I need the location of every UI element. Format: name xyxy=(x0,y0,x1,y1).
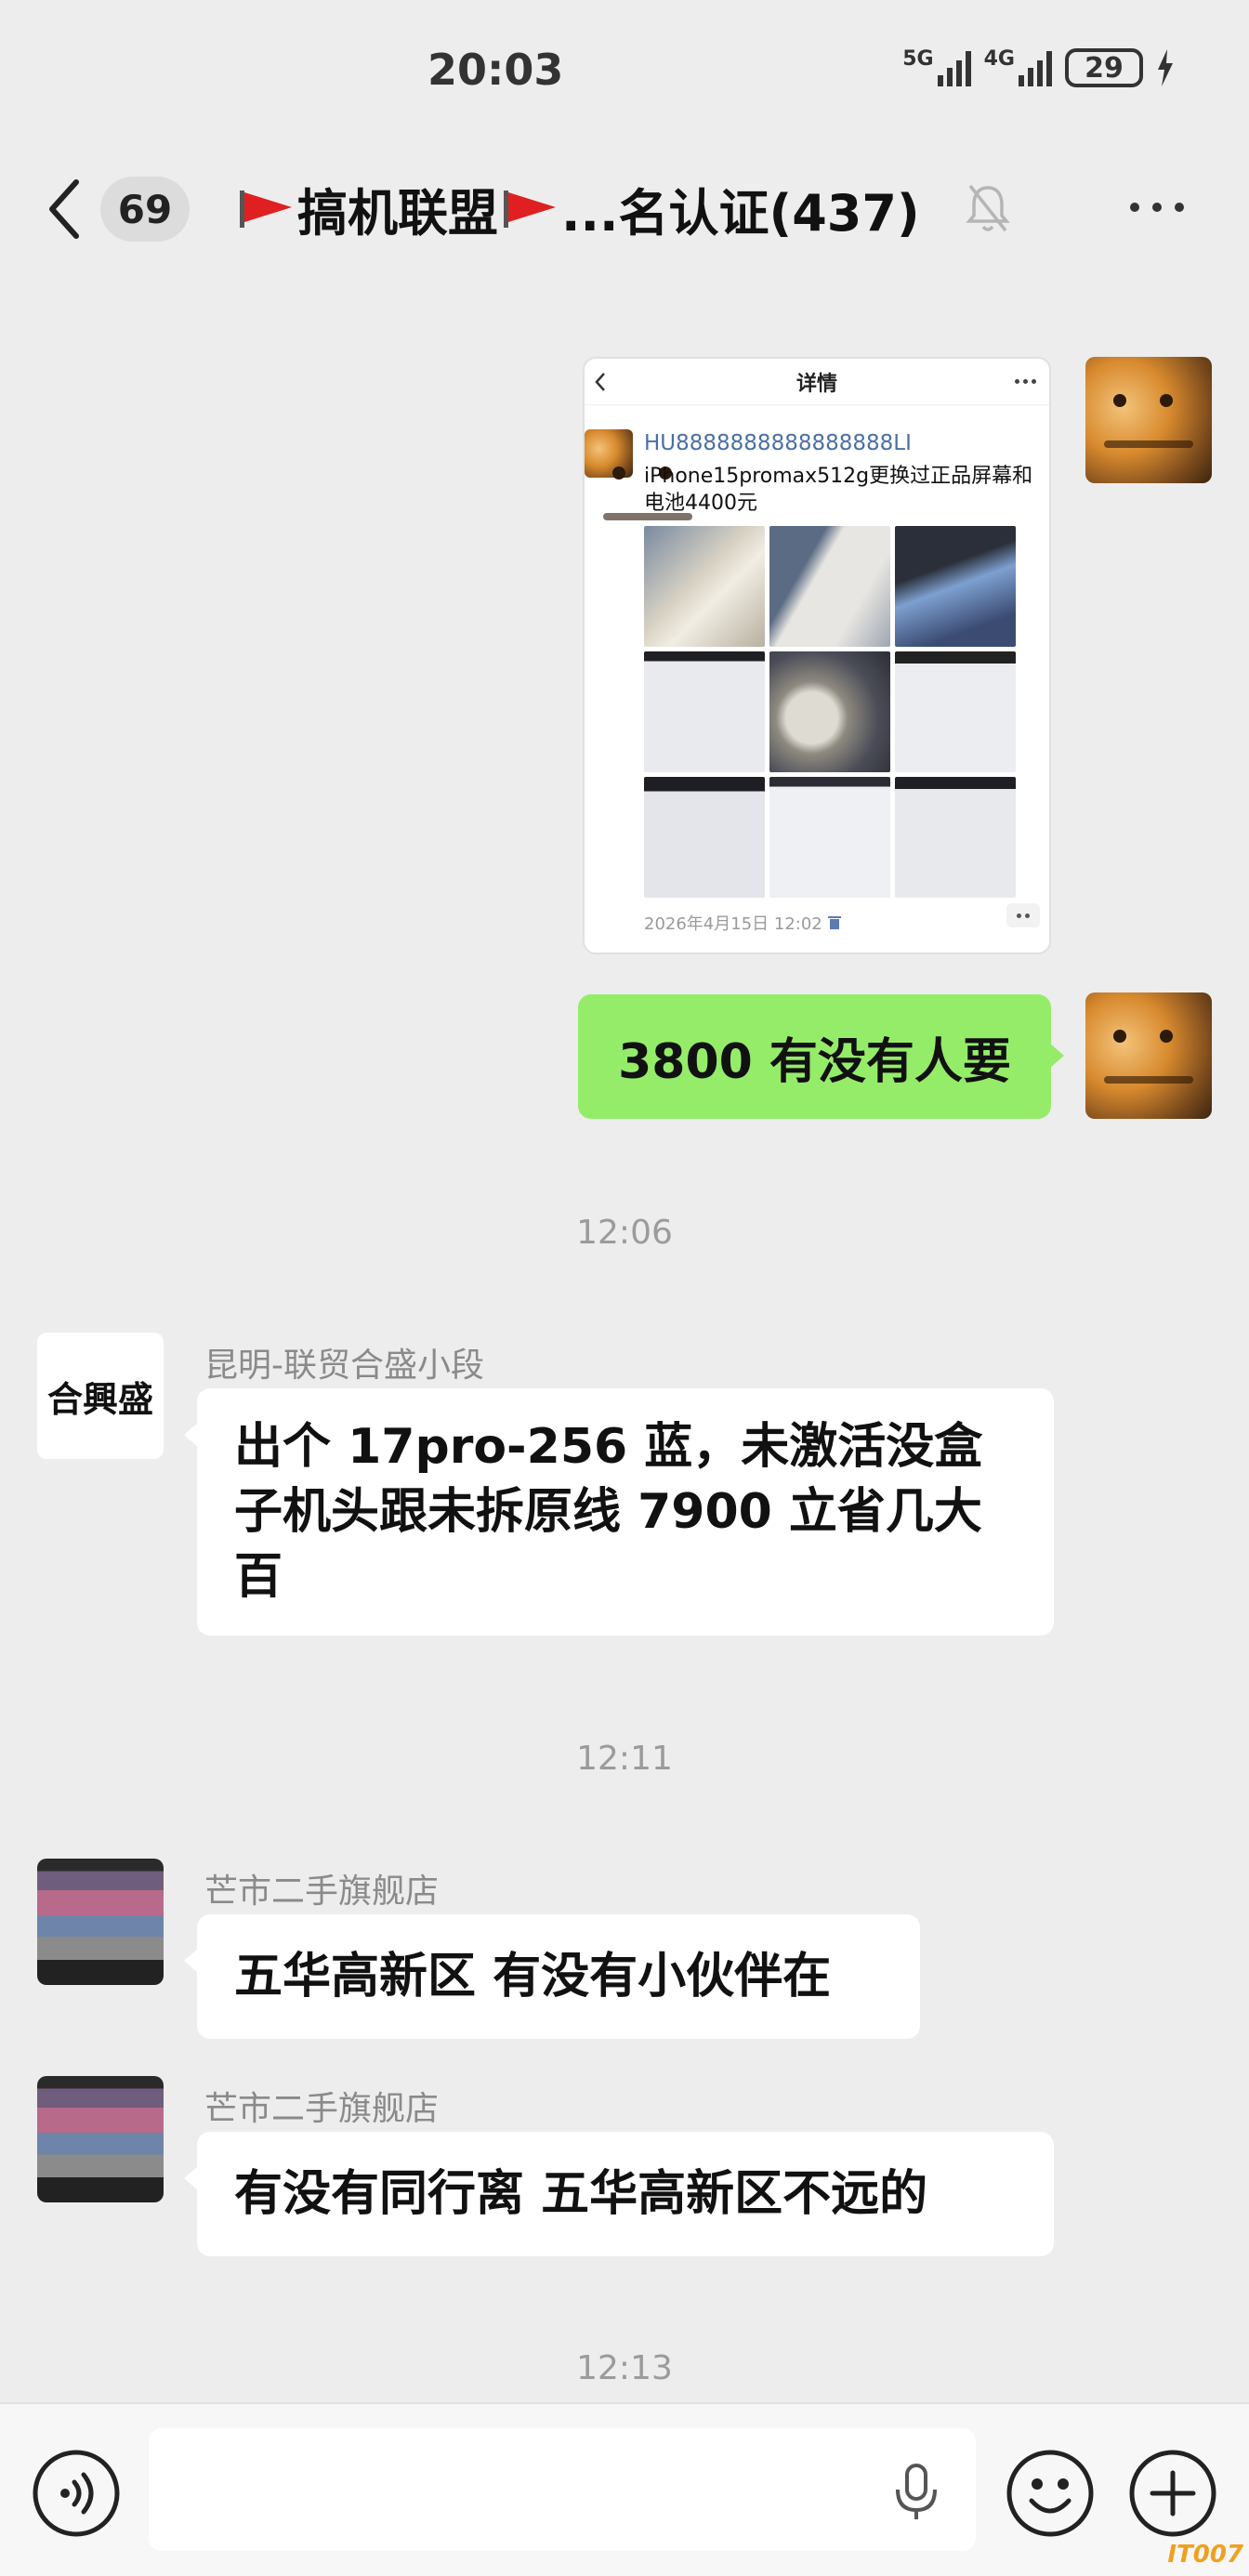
sender-name: 芒市二手旗舰店 xyxy=(204,2090,440,2128)
status-indicators: 5G 4G 29 xyxy=(902,48,1175,87)
card-photo-grid xyxy=(644,526,1016,898)
status-time: 20:03 xyxy=(427,45,564,95)
photo-thumbnail xyxy=(769,526,890,647)
input-bar: IT007 xyxy=(0,2402,1249,2576)
mute-icon xyxy=(966,184,1010,232)
signal-4g: 4G xyxy=(984,49,1052,86)
chat-title-text: 搞机联盟 xyxy=(297,183,498,243)
emoji-icon[interactable] xyxy=(1006,2449,1095,2538)
avatar[interactable] xyxy=(1085,992,1212,1119)
battery-icon: 29 xyxy=(1065,48,1143,87)
avatar xyxy=(585,429,692,520)
trash-icon xyxy=(827,916,841,929)
photo-thumbnail xyxy=(644,777,765,898)
card-timestamp-text: 2026年4月15日 12:02 xyxy=(644,914,822,934)
avatar[interactable] xyxy=(37,2076,164,2202)
back-icon[interactable] xyxy=(46,178,84,240)
more-icon xyxy=(1006,903,1040,927)
sender-name: 昆明-联贸合盛小段 xyxy=(204,1347,484,1385)
card-username: HU8888888888888888LI xyxy=(644,431,912,455)
photo-thumbnail xyxy=(895,651,1016,772)
sender-name: 芒市二手旗舰店 xyxy=(204,1873,440,1911)
signal-4g-label: 4G xyxy=(983,47,1015,71)
more-icon[interactable] xyxy=(1130,203,1184,212)
back-icon xyxy=(595,373,605,391)
chat-header: 69 搞机联盟 ...名认证(437) xyxy=(0,139,1249,279)
chat-screen: 20:03 5G 4G 29 69 搞机联盟 ...名认证(437) 详情 HU… xyxy=(0,0,1249,2576)
plus-icon[interactable] xyxy=(1128,2449,1217,2538)
photo-thumbnail xyxy=(769,777,890,898)
card-header-title: 详情 xyxy=(795,372,837,396)
signal-bars-icon xyxy=(1019,49,1052,86)
sent-message[interactable]: 3800 有没有人要 xyxy=(578,994,1064,1119)
mic-icon[interactable] xyxy=(890,2462,942,2523)
signal-bars-icon xyxy=(937,49,971,86)
charging-icon xyxy=(1158,49,1173,86)
avatar-text: 合興盛 xyxy=(46,1377,153,1420)
photo-thumbnail xyxy=(895,526,1016,647)
time-divider: 12:06 xyxy=(576,1214,673,1252)
card-timestamp: 2026年4月15日 12:02 xyxy=(644,911,841,935)
photo-thumbnail xyxy=(895,777,1016,898)
watermark: IT007 xyxy=(1167,2541,1243,2569)
photo-thumbnail xyxy=(769,651,890,772)
flag-icon xyxy=(504,191,556,228)
time-divider: 12:11 xyxy=(576,1740,673,1778)
photo-thumbnail xyxy=(644,526,765,647)
received-message[interactable]: 五华高新区 有没有小伙伴在 xyxy=(184,1914,920,2039)
status-bar: 20:03 5G 4G 29 xyxy=(0,0,1249,139)
unread-count-badge[interactable]: 69 xyxy=(100,177,190,242)
photo-thumbnail xyxy=(644,651,765,772)
received-message[interactable]: 有没有同行离 五华高新区不远的 xyxy=(184,2132,1054,2256)
chat-title-suffix: ...名认证(437) xyxy=(561,183,920,243)
chat-title: 搞机联盟 ...名认证(437) xyxy=(238,171,920,245)
card-post-text: iPhone15promax512g更换过正品屏幕和电池4400元 xyxy=(644,465,1033,515)
voice-icon[interactable] xyxy=(32,2449,121,2538)
time-divider: 12:13 xyxy=(576,2349,673,2387)
avatar[interactable]: 合興盛 xyxy=(37,1333,164,1459)
message-input[interactable] xyxy=(149,2428,976,2551)
card-header: 详情 xyxy=(585,359,1049,405)
received-message[interactable]: 出个 17pro-256 蓝，未激活没盒子机头跟未拆原线 7900 立省几大百 xyxy=(184,1388,1054,1636)
avatar[interactable] xyxy=(37,1859,164,1985)
signal-5g-label: 5G xyxy=(902,47,934,71)
signal-5g: 5G xyxy=(902,47,971,86)
more-icon xyxy=(1015,379,1036,384)
shared-detail-card[interactable]: 详情 HU8888888888888888LI iPhone15promax51… xyxy=(583,357,1051,954)
avatar[interactable] xyxy=(1085,357,1212,483)
flag-icon xyxy=(240,191,292,228)
